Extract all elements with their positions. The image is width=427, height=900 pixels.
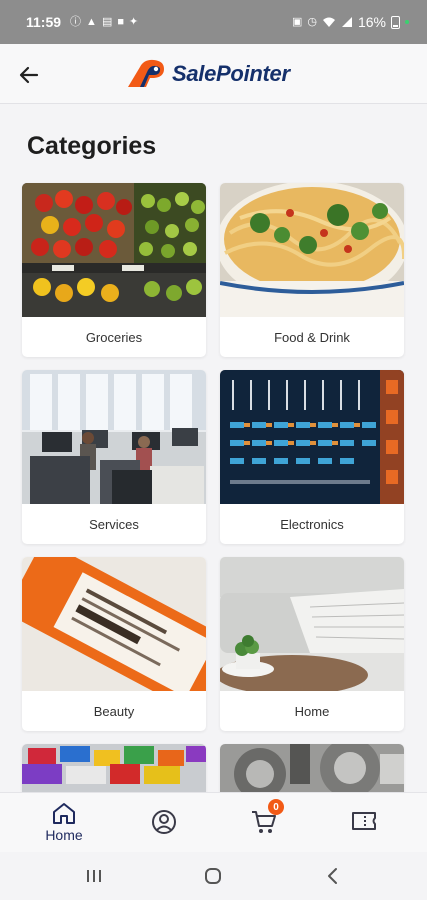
status-left: 11:59 ⓘ ▲ ▤ ■ ✦ bbox=[26, 14, 138, 30]
sim-icon: ⓘ bbox=[70, 15, 82, 28]
nav-home-label: Home bbox=[45, 827, 83, 843]
category-label: Beauty bbox=[93, 703, 135, 719]
category-label: Food & Drink bbox=[274, 329, 350, 345]
charging-dot-icon bbox=[405, 20, 409, 24]
electronics-image bbox=[220, 370, 404, 504]
category-label: Services bbox=[89, 516, 139, 532]
groceries-image bbox=[22, 183, 206, 317]
beauty-image bbox=[22, 557, 206, 691]
nav-tickets[interactable] bbox=[334, 801, 394, 849]
status-time: 11:59 bbox=[26, 14, 62, 30]
battery-icon bbox=[391, 15, 400, 29]
nav-home[interactable]: Home bbox=[34, 801, 94, 849]
back-button[interactable] bbox=[14, 60, 44, 90]
wifi-icon bbox=[322, 17, 335, 27]
notification-icon: ▲ bbox=[86, 15, 97, 28]
arrow-left-icon bbox=[19, 66, 39, 84]
message-icon: ▤ bbox=[101, 15, 113, 28]
logo-mark-icon bbox=[128, 59, 164, 87]
video-icon: ■ bbox=[117, 15, 124, 28]
system-home-button[interactable] bbox=[201, 864, 225, 888]
food-drink-image bbox=[220, 183, 404, 317]
category-card-groceries[interactable]: Groceries bbox=[22, 183, 206, 357]
status-bar: 11:59 ⓘ ▲ ▤ ■ ✦ ▣ ◷ 16% bbox=[0, 0, 427, 44]
category-card-beauty[interactable]: Beauty bbox=[22, 557, 206, 731]
alarm-icon: ◷ bbox=[307, 15, 317, 28]
system-nav-bar bbox=[0, 852, 427, 900]
recents-icon bbox=[87, 870, 101, 882]
category-card-electronics[interactable]: Electronics bbox=[220, 370, 404, 544]
back-chevron-icon bbox=[328, 868, 337, 884]
services-image bbox=[22, 370, 206, 504]
category-label: Groceries bbox=[85, 329, 143, 345]
lock-icon: ▣ bbox=[291, 15, 303, 28]
category-card-home[interactable]: Home bbox=[220, 557, 404, 731]
nav-cart[interactable]: 0 bbox=[234, 799, 294, 849]
profile-icon bbox=[152, 810, 176, 834]
category-card-food-drink[interactable]: Food & Drink bbox=[220, 183, 404, 357]
ticket-icon bbox=[352, 812, 376, 830]
nav-profile[interactable] bbox=[134, 801, 194, 849]
cart-badge: 0 bbox=[268, 799, 284, 815]
page-title: Categories bbox=[27, 132, 157, 160]
home-image bbox=[220, 557, 404, 691]
category-label: Electronics bbox=[280, 516, 344, 532]
home-icon bbox=[53, 803, 75, 824]
recents-button[interactable] bbox=[82, 864, 106, 888]
logo-text: SalePointer bbox=[172, 61, 290, 86]
bottom-nav: Home 0 bbox=[0, 792, 427, 852]
category-label: Home bbox=[294, 703, 330, 719]
activity-icon: ✦ bbox=[129, 15, 139, 28]
signal-icon bbox=[341, 17, 352, 27]
battery-text: 16% bbox=[357, 14, 386, 30]
category-card-services[interactable]: Services bbox=[22, 370, 206, 544]
home-circle-icon bbox=[205, 868, 221, 884]
system-back-button[interactable] bbox=[321, 864, 345, 888]
status-right: ▣ ◷ 16% bbox=[292, 14, 409, 30]
app-logo: SalePointer bbox=[126, 54, 290, 94]
app-header: SalePointer bbox=[0, 44, 427, 104]
